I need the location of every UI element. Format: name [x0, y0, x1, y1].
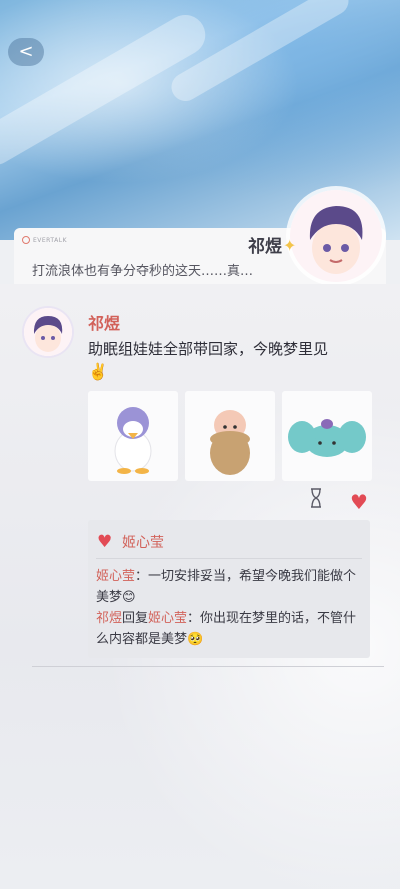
brand-dot-icon [22, 236, 30, 244]
brand-text: EVERTALK [33, 236, 67, 244]
divider [32, 666, 384, 667]
moment-post: 祁煜 助眠组娃娃全部带回家，今晚梦里见 ✌️ ♥ ♥ 姬心莹 姬心莹：一切安排妥… [0, 284, 400, 889]
profile-status: 打流浪体也有争分夺秒的这天……真… [32, 264, 254, 279]
back-button[interactable]: < [8, 38, 44, 66]
avatar-illustration [24, 308, 72, 356]
comment-line[interactable]: 祁煜回复姬心莹：你出现在梦里的话，不管什么内容都是美梦🥺 [96, 608, 364, 650]
comment-text: ：一切安排妥当，希望今晚我们能做个美梦😊 [96, 569, 357, 605]
avatar-illustration [290, 190, 382, 282]
comment-author[interactable]: 祁煜 [96, 611, 122, 626]
heart-icon[interactable]: ♥ [350, 490, 368, 514]
duck-doll-photo[interactable] [88, 391, 178, 481]
liker-name[interactable]: 姬心莹 [122, 532, 164, 552]
duck-doll-icon [114, 407, 152, 474]
peanut-doll-icon [210, 410, 250, 475]
reply-target[interactable]: 姬心莹 [148, 611, 187, 626]
elephant-doll-icon [288, 419, 366, 457]
sparkle-icon: ✦ [283, 236, 297, 255]
post-text: 助眠组娃娃全部带回家，今晚梦里见 [88, 340, 329, 358]
profile-avatar[interactable] [290, 190, 382, 282]
comment-author[interactable]: 姬心莹 [96, 569, 135, 584]
background-streak [166, 0, 354, 107]
heart-icon: ♥ [97, 532, 113, 552]
peanut-doll-photo[interactable] [185, 391, 275, 481]
divider [96, 558, 362, 559]
post-author-avatar[interactable] [24, 308, 72, 356]
elephant-doll-photo[interactable] [282, 391, 372, 481]
reply-verb: 回复 [122, 611, 149, 626]
post-author-name[interactable]: 祁煜 [88, 310, 120, 334]
profile-name: 祁煜 [248, 237, 282, 257]
hourglass-icon[interactable] [309, 488, 323, 508]
victory-hand-emoji: ✌️ [88, 362, 108, 381]
brand-logo: EVERTALK [22, 236, 67, 244]
comment-line[interactable]: 姬心莹：一切安排妥当，希望今晚我们能做个美梦😊 [96, 566, 364, 608]
comments-box: ♥ 姬心莹 姬心莹：一切安排妥当，希望今晚我们能做个美梦😊 祁煜回复姬心莹：你出… [88, 520, 370, 658]
